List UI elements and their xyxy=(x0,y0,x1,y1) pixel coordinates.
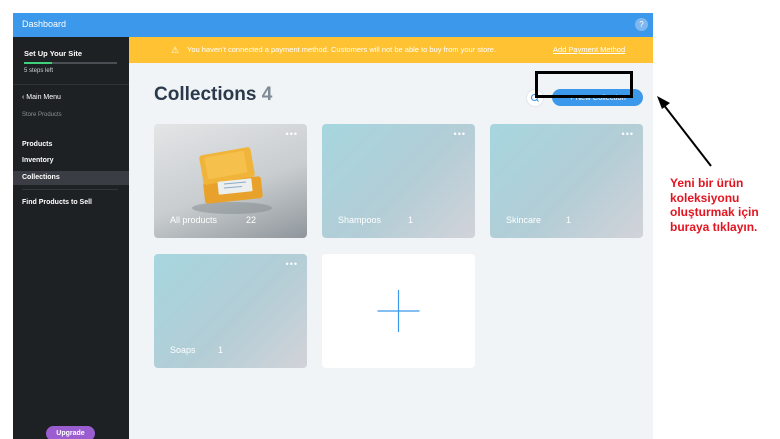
collection-count: 4 xyxy=(261,84,273,105)
sidebar-divider xyxy=(22,189,118,190)
more-actions-icon[interactable]: ••• xyxy=(622,129,634,139)
sidebar-item-products[interactable]: Products xyxy=(13,138,129,152)
chevron-left-icon: ‹ xyxy=(22,94,25,101)
collection-item-count: 1 xyxy=(408,215,414,225)
collection-item-count: 1 xyxy=(566,215,572,225)
collection-card-all-products[interactable]: ••• All products 22 xyxy=(154,124,307,238)
annotation-callout: Yeni bir ürün koleksiyonu oluşturmak içi… xyxy=(670,176,759,234)
banner-message: You haven’t connected a payment method. … xyxy=(187,45,497,54)
annotation-line: koleksiyonu xyxy=(670,190,740,205)
collection-card-skincare[interactable]: ••• Skincare 1 xyxy=(490,124,643,238)
collection-name: Shampoos xyxy=(338,215,382,225)
page-title-text: Collections xyxy=(154,84,257,105)
annotation-line: buraya tıklayın. xyxy=(670,219,758,234)
main-menu-label: Main Menu xyxy=(26,94,61,101)
add-payment-method-link[interactable]: Add Payment Method xyxy=(553,37,625,63)
more-actions-icon[interactable]: ••• xyxy=(286,259,298,269)
sidebar-item-collections[interactable]: Collections xyxy=(13,171,129,185)
page-title: Collections 4 xyxy=(154,84,272,106)
sidebar-item-inventory[interactable]: Inventory xyxy=(13,154,129,168)
setup-site-title[interactable]: Set Up Your Site xyxy=(24,49,82,58)
sidebar-item-find-products[interactable]: Find Products to Sell xyxy=(13,196,129,210)
steps-left-label: 5 steps left xyxy=(24,68,54,74)
collection-card-shampoos[interactable]: ••• Shampoos 1 xyxy=(322,124,475,238)
main-menu-back-link[interactable]: ‹ Main Menu xyxy=(22,94,61,101)
collection-name: Soaps xyxy=(170,345,196,355)
add-collection-card[interactable] xyxy=(322,254,475,368)
setup-progress-bar xyxy=(24,62,117,64)
store-products-section-label: Store Products xyxy=(22,112,62,118)
upgrade-button[interactable]: Upgrade xyxy=(46,426,95,439)
collection-name: All products xyxy=(170,215,218,225)
payment-warning-banner: ⚠ You haven’t connected a payment method… xyxy=(129,37,653,63)
annotation-line: oluşturmak için xyxy=(670,205,759,219)
sidebar: Set Up Your Site 5 steps left ‹ Main Men… xyxy=(13,37,129,439)
annotation-line: Yeni bir ürün xyxy=(670,176,744,190)
warning-icon: ⚠ xyxy=(171,45,180,55)
collection-card-soaps[interactable]: ••• Soaps 1 xyxy=(154,254,307,368)
sidebar-divider xyxy=(13,84,129,85)
more-actions-icon[interactable]: ••• xyxy=(454,129,466,139)
collection-item-count: 22 xyxy=(246,215,257,225)
plus-icon xyxy=(377,290,420,332)
collection-item-count: 1 xyxy=(218,345,224,355)
more-actions-icon[interactable]: ••• xyxy=(286,129,298,139)
app-title: Dashboard xyxy=(22,19,67,29)
setup-progress-fill xyxy=(24,62,52,64)
collection-name: Skincare xyxy=(506,215,542,225)
highlight-box xyxy=(535,71,633,98)
top-bar: Dashboard ? xyxy=(13,13,653,37)
help-icon[interactable]: ? xyxy=(635,18,648,31)
